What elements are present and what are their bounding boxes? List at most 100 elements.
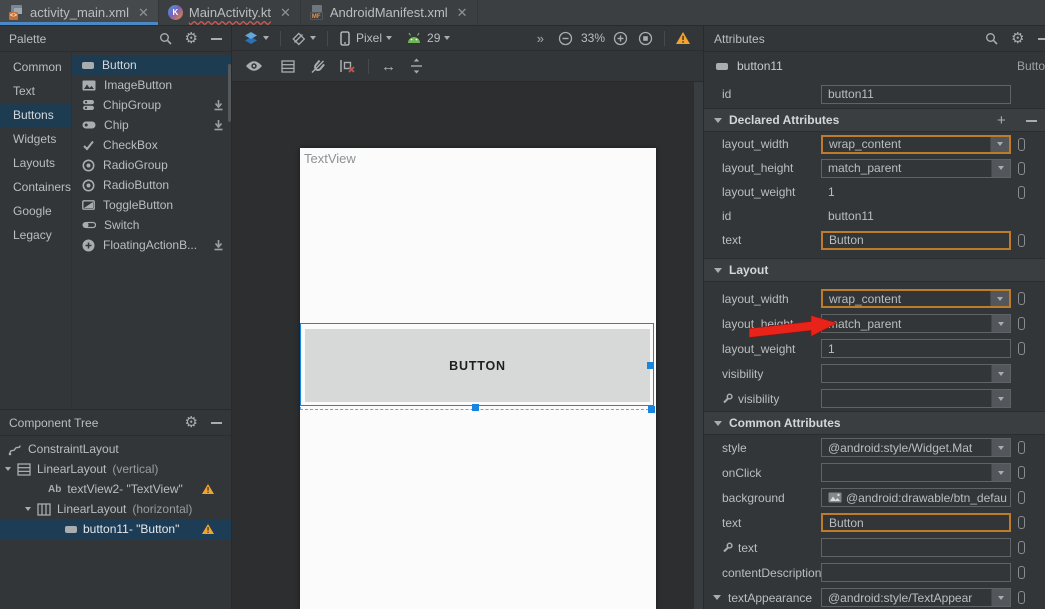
resize-handle-right[interactable] [647,362,654,369]
declared-text-input[interactable]: Button [821,231,1011,250]
chevron-down-icon[interactable] [990,291,1009,306]
common-style-dropdown[interactable]: @android:style/Widget.Mat [821,438,1011,457]
declared-layout-height-dropdown[interactable]: match_parent [821,159,1011,178]
palette-scrollbar[interactable] [228,64,231,122]
expander-icon[interactable] [5,467,11,471]
autoconnect-off-magnet-icon[interactable] [310,59,326,74]
palette-category-layouts[interactable]: Layouts [0,151,71,175]
resource-flag-icon[interactable] [1018,292,1025,305]
resource-flag-icon[interactable] [1018,516,1025,529]
common-text-appearance-dropdown[interactable]: @android:style/TextAppear [821,588,1011,607]
gear-icon[interactable]: ⚙ [1011,31,1024,46]
chevron-down-icon[interactable] [991,439,1010,456]
id-input[interactable]: button11 [821,85,1011,104]
tree-node-textview2[interactable]: Ab textView2- "TextView" [0,479,231,499]
add-attribute-icon[interactable]: + [997,112,1006,129]
palette-category-legacy[interactable]: Legacy [0,223,71,247]
layout-layout-height-dropdown[interactable]: match_parent [821,314,1011,333]
palette-category-common[interactable]: Common [0,55,71,79]
palette-category-text[interactable]: Text [0,79,71,103]
chevron-down-icon[interactable] [713,595,721,600]
chevron-down-icon[interactable] [991,390,1010,407]
gear-icon[interactable]: ⚙ [185,31,198,46]
declared-layout-weight-value[interactable]: 1 [821,183,1011,202]
delete-constraints-icon[interactable] [339,59,356,73]
orientation-icon[interactable] [291,31,306,46]
distribute-vertical-icon[interactable] [410,58,423,74]
device-selector[interactable]: Pixel [356,31,382,45]
palette-category-widgets[interactable]: Widgets [0,127,71,151]
resource-flag-icon[interactable] [1018,138,1025,151]
chevron-down-icon[interactable] [991,160,1010,177]
layout-tools-visibility-dropdown[interactable] [821,389,1011,408]
resource-flag-icon[interactable] [1018,441,1025,454]
tree-node-button11[interactable]: button11- "Button" [0,519,231,539]
section-declared-attributes[interactable]: Declared Attributes + [704,108,1045,132]
tree-node-linearlayout-horizontal[interactable]: LinearLayout(horizontal) [0,499,231,519]
palette-item-togglebutton[interactable]: ToggleButton [72,195,231,215]
resize-handle-bottom[interactable] [472,404,479,411]
close-icon[interactable]: ✕ [280,5,291,21]
resource-flag-icon[interactable] [1018,591,1025,604]
zoom-in-icon[interactable] [613,31,628,46]
common-tools-text-input[interactable] [821,538,1011,557]
palette-category-buttons[interactable]: Buttons [0,103,71,127]
blueprint-grid-icon[interactable] [281,60,295,73]
declared-layout-width-dropdown[interactable]: wrap_content [821,135,1011,154]
search-icon[interactable] [159,32,172,45]
common-background-input[interactable]: @android:drawable/btn_defau [821,488,1011,507]
chevron-down-icon[interactable] [444,36,450,40]
close-icon[interactable]: ✕ [138,5,149,21]
palette-item-checkbox[interactable]: CheckBox [72,135,231,155]
minimize-icon[interactable] [211,38,222,40]
download-icon[interactable] [213,239,224,251]
common-onclick-dropdown[interactable] [821,463,1011,482]
palette-item-floatingactionbutton[interactable]: FloatingActionB... [72,235,231,255]
view-options-eye-icon[interactable] [245,60,263,72]
search-icon[interactable] [985,32,998,45]
section-layout[interactable]: Layout [704,258,1045,282]
palette-item-chip[interactable]: Chip [72,115,231,135]
chevron-down-icon[interactable] [990,137,1009,152]
resource-flag-icon[interactable] [1018,342,1025,355]
layout-visibility-dropdown[interactable] [821,364,1011,383]
tab-activity-main-xml[interactable]: <> activity_main.xml ✕ [0,0,159,25]
zoom-to-fit-icon[interactable] [638,31,653,46]
design-surface-scrollbar[interactable] [694,82,703,609]
common-content-description-input[interactable] [821,563,1011,582]
tree-node-constraintlayout[interactable]: ConstraintLayout [0,439,231,459]
chevron-down-icon[interactable] [991,365,1010,382]
chevron-down-icon[interactable] [991,589,1010,606]
minimize-icon[interactable] [1038,38,1045,40]
download-icon[interactable] [213,119,224,131]
toolbar-overflow-icon[interactable]: » [537,31,543,46]
declared-id-value[interactable]: button11 [821,207,1011,226]
palette-category-containers[interactable]: Containers [0,175,71,199]
remove-attribute-icon[interactable] [1026,120,1037,122]
warning-icon[interactable] [201,483,215,495]
palette-item-radiobutton[interactable]: RadioButton [72,175,231,195]
common-text-input[interactable]: Button [821,513,1011,532]
design-mode-icon[interactable] [243,31,259,46]
palette-item-imagebutton[interactable]: ImageButton [72,75,231,95]
resource-flag-icon[interactable] [1018,466,1025,479]
design-surface[interactable]: TextView BUTTON [232,82,703,609]
button-widget[interactable]: BUTTON [305,329,650,402]
section-common-attributes[interactable]: Common Attributes [704,411,1045,435]
chevron-down-icon[interactable] [310,36,316,40]
resource-flag-icon[interactable] [1018,491,1025,504]
palette-item-button[interactable]: Button [72,55,231,75]
palette-item-switch[interactable]: Switch [72,215,231,235]
download-icon[interactable] [213,99,224,111]
layout-layout-width-dropdown[interactable]: wrap_content [821,289,1011,308]
tree-node-linearlayout-vertical[interactable]: LinearLayout(vertical) [0,459,231,479]
expander-icon[interactable] [25,507,31,511]
gear-icon[interactable]: ⚙ [185,415,198,430]
palette-item-chipgroup[interactable]: ChipGroup [72,95,231,115]
tab-main-activity-kt[interactable]: K MainActivity.kt ✕ [159,0,301,25]
resource-flag-icon[interactable] [1018,234,1025,247]
layout-layout-weight-input[interactable]: 1 [821,339,1011,358]
palette-category-google[interactable]: Google [0,199,71,223]
chevron-down-icon[interactable] [263,36,269,40]
warning-icon[interactable] [675,31,691,45]
